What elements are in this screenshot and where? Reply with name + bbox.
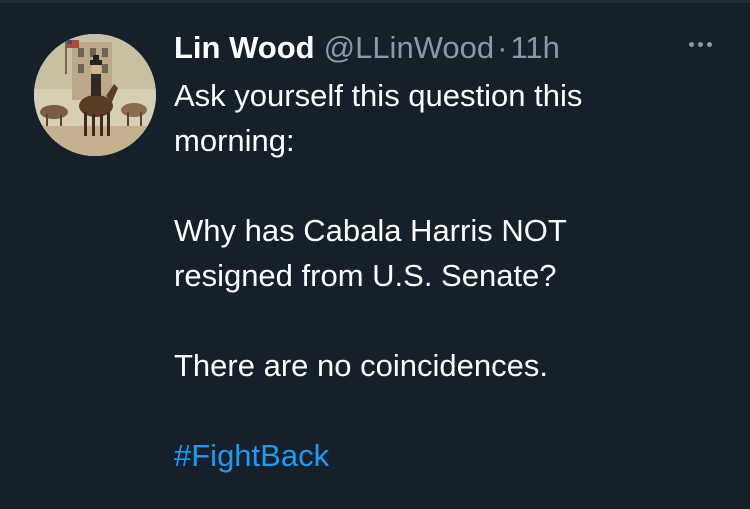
tweet-text-line: resigned from U.S. Senate? (174, 258, 557, 293)
tweet-card[interactable]: Lin Wood @LLinWood · 11h Ask yourself th… (0, 0, 750, 509)
separator-dot: · (497, 30, 508, 65)
avatar-image (34, 34, 156, 156)
user-handle[interactable]: @LLinWood (324, 30, 495, 66)
hashtag-link[interactable]: #FightBack (174, 438, 329, 473)
tweet-text: Ask yourself this question this morning:… (174, 73, 734, 478)
tweet-text-line: morning: (174, 123, 295, 158)
tweet-text-line: There are no coincidences. (174, 348, 548, 383)
tweet-text-line: Why has Cabala Harris NOT (174, 213, 567, 248)
more-dot (688, 41, 694, 47)
tweet-text-line: Ask yourself this question this (174, 78, 583, 113)
more-dot (697, 41, 703, 47)
display-name[interactable]: Lin Wood (174, 30, 315, 66)
divider (0, 0, 750, 3)
more-dot (706, 41, 712, 47)
tweet-header: Lin Wood @LLinWood · 11h (174, 26, 560, 70)
avatar[interactable] (34, 34, 156, 156)
more-horizontal-icon[interactable] (680, 34, 720, 54)
timestamp[interactable]: 11h (510, 30, 559, 66)
